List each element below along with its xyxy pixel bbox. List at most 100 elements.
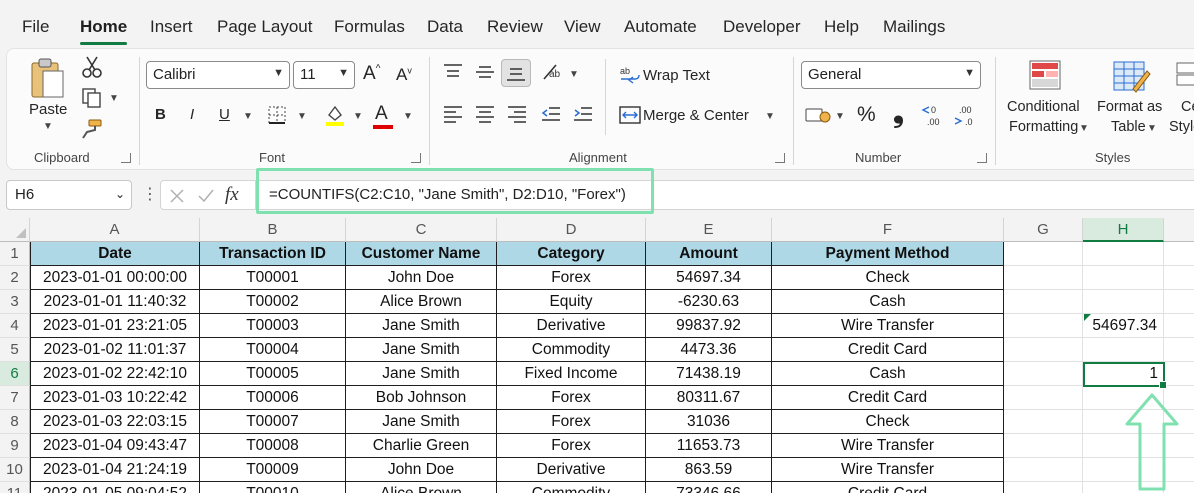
column-header-a[interactable]: A — [30, 218, 200, 242]
percent-style-button[interactable]: % — [857, 103, 876, 127]
table-cell[interactable]: Equity — [497, 290, 646, 314]
chevron-down-icon[interactable]: ▼ — [835, 111, 845, 122]
table-cell[interactable]: Cash — [772, 290, 1004, 314]
table-cell[interactable]: Forex — [497, 266, 646, 290]
accounting-format-icon[interactable] — [805, 105, 831, 125]
column-header-d[interactable]: D — [497, 218, 646, 242]
align-center-icon[interactable] — [475, 105, 495, 123]
top-align-icon[interactable] — [443, 63, 463, 81]
tab-developer[interactable]: Developer — [723, 17, 801, 37]
table-cell[interactable]: 2023-01-01 23:21:05 — [30, 314, 200, 338]
empty-cell[interactable] — [1164, 242, 1194, 266]
format-as-table-label-2[interactable]: Table — [1111, 119, 1146, 135]
tab-page-layout[interactable]: Page Layout — [217, 17, 312, 37]
cancel-icon[interactable] — [169, 188, 185, 204]
empty-cell[interactable] — [1004, 290, 1083, 314]
table-cell[interactable]: 4473.36 — [646, 338, 772, 362]
row-header-1[interactable]: 1 — [0, 242, 30, 266]
column-header-g[interactable]: G — [1004, 218, 1083, 242]
font-size-select[interactable]: 11 ▼ — [293, 61, 355, 89]
table-cell[interactable]: Jane Smith — [346, 314, 497, 338]
chevron-down-icon[interactable]: ▼ — [765, 111, 775, 122]
table-cell[interactable]: Wire Transfer — [772, 314, 1004, 338]
table-cell[interactable]: T00002 — [200, 290, 346, 314]
table-cell[interactable]: Forex — [497, 434, 646, 458]
merge-center-icon[interactable] — [619, 105, 641, 125]
table-cell[interactable]: 2023-01-01 00:00:00 — [30, 266, 200, 290]
cell-styles-label-2[interactable]: Style — [1169, 119, 1194, 135]
middle-align-icon[interactable] — [475, 63, 495, 81]
table-cell[interactable]: T00006 — [200, 386, 346, 410]
align-right-icon[interactable] — [507, 105, 527, 123]
row-header-8[interactable]: 8 — [0, 410, 30, 434]
table-cell[interactable]: Jane Smith — [346, 410, 497, 434]
borders-icon[interactable] — [267, 105, 287, 125]
table-cell[interactable]: Commodity — [497, 482, 646, 493]
table-cell[interactable]: -6230.63 — [646, 290, 772, 314]
empty-cell[interactable] — [1004, 434, 1083, 458]
table-cell[interactable]: T00009 — [200, 458, 346, 482]
table-header-cell[interactable]: Customer Name — [346, 242, 497, 266]
column-header-i[interactable] — [1164, 218, 1194, 242]
chevron-down-icon[interactable]: ▼ — [403, 111, 413, 122]
column-header-e[interactable]: E — [646, 218, 772, 242]
increase-decimal-icon[interactable]: 0.00 — [921, 103, 947, 127]
font-family-select[interactable]: Calibri ▼ — [146, 61, 290, 89]
copy-icon[interactable] — [81, 87, 103, 109]
table-cell[interactable]: Alice Brown — [346, 482, 497, 493]
chevron-down-icon[interactable]: ▼ — [43, 121, 53, 132]
empty-cell[interactable] — [1164, 338, 1194, 362]
dialog-launcher-icon[interactable] — [775, 153, 785, 163]
wrap-text-icon[interactable]: ab — [619, 65, 641, 85]
bold-button[interactable]: B — [155, 106, 166, 123]
chevron-down-icon[interactable]: ▼ — [1147, 123, 1157, 134]
conditional-formatting-label-2[interactable]: Formatting — [1009, 119, 1078, 135]
format-as-table-icon[interactable] — [1111, 59, 1151, 97]
decrease-font-size-icon[interactable]: Av — [396, 65, 412, 85]
empty-cell[interactable] — [1004, 362, 1083, 386]
table-cell[interactable]: 2023-01-04 09:43:47 — [30, 434, 200, 458]
empty-cell[interactable] — [1004, 338, 1083, 362]
table-cell[interactable]: T00005 — [200, 362, 346, 386]
table-cell[interactable]: Jane Smith — [346, 362, 497, 386]
fill-color-icon[interactable] — [323, 103, 347, 127]
table-cell[interactable]: 54697.34 — [646, 266, 772, 290]
empty-cell[interactable] — [1164, 314, 1194, 338]
table-cell[interactable]: T00010 — [200, 482, 346, 493]
wrap-text-button[interactable]: Wrap Text — [643, 67, 710, 84]
align-left-icon[interactable] — [443, 105, 463, 123]
table-cell[interactable]: Fixed Income — [497, 362, 646, 386]
table-cell[interactable]: Derivative — [497, 458, 646, 482]
tab-view[interactable]: View — [564, 17, 601, 37]
dialog-launcher-icon[interactable] — [411, 153, 421, 163]
table-cell[interactable]: 2023-01-03 10:22:42 — [30, 386, 200, 410]
column-header-f[interactable]: F — [772, 218, 1004, 242]
orientation-icon[interactable]: ab — [541, 61, 565, 83]
tab-home[interactable]: Home — [80, 17, 128, 45]
tab-mailings[interactable]: Mailings — [883, 17, 945, 37]
tab-file[interactable]: File — [22, 17, 49, 37]
table-cell[interactable]: T00001 — [200, 266, 346, 290]
increase-font-size-icon[interactable]: A^ — [363, 63, 380, 85]
cell-h4[interactable]: 54697.34 — [1083, 314, 1164, 338]
table-cell[interactable]: Bob Johnson — [346, 386, 497, 410]
tab-formulas[interactable]: Formulas — [334, 17, 405, 37]
table-cell[interactable]: 2023-01-05 09:04:52 — [30, 482, 200, 493]
error-indicator-icon[interactable] — [1084, 314, 1091, 321]
chevron-down-icon[interactable]: ▼ — [297, 111, 307, 122]
formula-input[interactable]: =COUNTIFS(C2:C10, "Jane Smith", D2:D10, … — [258, 180, 1194, 210]
decrease-indent-icon[interactable] — [541, 105, 561, 123]
column-header-h[interactable]: H — [1083, 218, 1164, 242]
tab-automate[interactable]: Automate — [624, 17, 697, 37]
chevron-down-icon[interactable]: ▼ — [243, 111, 253, 122]
tab-help[interactable]: Help — [824, 17, 859, 37]
row-header-5[interactable]: 5 — [0, 338, 30, 362]
table-cell[interactable]: Jane Smith — [346, 338, 497, 362]
empty-cell[interactable] — [1004, 266, 1083, 290]
table-header-cell[interactable]: Payment Method — [772, 242, 1004, 266]
conditional-formatting-label[interactable]: Conditional — [1007, 99, 1080, 115]
table-cell[interactable]: Forex — [497, 410, 646, 434]
merge-center-button[interactable]: Merge & Center — [643, 107, 749, 124]
row-header-7[interactable]: 7 — [0, 386, 30, 410]
table-cell[interactable]: 2023-01-02 11:01:37 — [30, 338, 200, 362]
